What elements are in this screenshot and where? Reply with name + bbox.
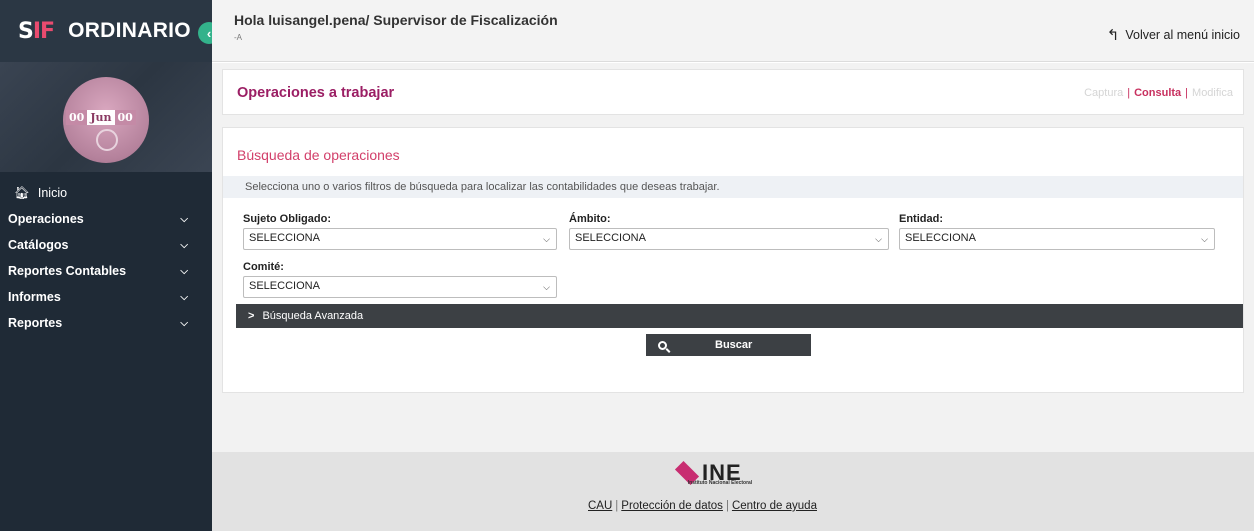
field-label: Sujeto Obligado: — [243, 213, 332, 225]
profile-banner: 00 Jun 00 — [0, 62, 212, 172]
chevron-down-icon: ⌵ — [180, 265, 188, 277]
reply-arrow-icon: ↰ — [1106, 27, 1120, 44]
sidebar-nav: 🏠︎ Inicio Operaciones ⌵ Catálogos ⌵ Repo… — [0, 180, 212, 336]
footer: INE Instituto Nacional Electoral CAU | Pro… — [212, 452, 1254, 531]
chevron-down-icon: ⌵ — [180, 213, 188, 225]
section-title: Búsqueda de operaciones — [237, 147, 400, 163]
home-icon: 🏠︎ — [14, 185, 30, 200]
sidebar-item-label: Informes — [8, 290, 61, 304]
chevron-down-icon: ⌵ — [180, 317, 188, 329]
page-title: Operaciones a trabajar — [237, 85, 395, 101]
brand-bar: SIF ORDINARIO ‹ — [0, 0, 220, 62]
sif-logo: SIF — [18, 18, 55, 44]
field-label: Comité: — [243, 261, 284, 273]
help-center-link[interactable]: Centro de ayuda — [732, 500, 817, 512]
date-badge: 00 Jun 00 — [66, 110, 136, 125]
sidebar-item-label: Operaciones — [8, 212, 84, 226]
comite-select[interactable]: SELECCIONA ⌵ — [243, 276, 557, 298]
field-label: Entidad: — [899, 213, 944, 225]
sujeto-obligado-select[interactable]: SELECCIONA ⌵ — [243, 228, 557, 250]
field-label: Ámbito: — [569, 213, 611, 225]
sidebar: SIF ORDINARIO ‹ 00 Jun 00 🏠︎ Inicio Operac… — [0, 0, 220, 531]
top-header: Hola luisangel.pena/ Supervisor de Fisca… — [212, 0, 1254, 62]
app-title: ORDINARIO — [68, 19, 191, 42]
entidad-select[interactable]: SELECCIONA ⌵ — [899, 228, 1215, 250]
sidebar-item-operaciones[interactable]: Operaciones ⌵ — [0, 206, 212, 232]
advanced-search-toggle[interactable]: > Búsqueda Avanzada — [236, 304, 1243, 328]
chevron-down-icon: ⌵ — [875, 234, 882, 244]
mode-captura[interactable]: Captura — [1084, 87, 1123, 99]
search-card: Búsqueda de operaciones Selecciona uno o… — [222, 127, 1244, 393]
avatar: 00 Jun 00 — [63, 77, 149, 163]
chevron-right-icon: > — [248, 310, 255, 322]
cau-link[interactable]: CAU — [588, 500, 612, 512]
footer-links: CAU | Protección de datos | Centro de ayuda — [588, 500, 817, 512]
ine-logo-subtitle: Instituto Nacional Electoral — [687, 480, 753, 486]
chevron-down-icon: ⌵ — [543, 282, 550, 292]
ambito-select[interactable]: SELECCIONA ⌵ — [569, 228, 889, 250]
sujeto-obligado-field: Sujeto Obligado: SELECCIONA ⌵ — [243, 213, 557, 250]
ambito-field: Ámbito: SELECCIONA ⌵ — [569, 213, 889, 250]
back-to-menu-label: Volver al menú inicio — [1125, 28, 1240, 42]
sidebar-item-reportes[interactable]: Reportes ⌵ — [0, 310, 212, 336]
comite-field: Comité: SELECCIONA ⌵ — [243, 261, 557, 298]
sidebar-item-reportes-contables[interactable]: Reportes Contables ⌵ — [0, 258, 212, 284]
chevron-down-icon: ⌵ — [180, 239, 188, 251]
search-hint: Selecciona uno o varios filtros de búsqu… — [223, 176, 1243, 198]
entidad-field: Entidad: SELECCIONA ⌵ — [899, 213, 1215, 250]
data-protection-link[interactable]: Protección de datos — [621, 500, 723, 512]
advanced-search-label: Búsqueda Avanzada — [262, 310, 364, 322]
mode-consulta[interactable]: Consulta — [1134, 87, 1181, 99]
coins-icon — [96, 129, 118, 151]
mode-switcher: Captura | Consulta | Modifica — [1084, 87, 1233, 99]
back-to-menu-link[interactable]: ↰ Volver al menú inicio — [1107, 26, 1240, 44]
chevron-down-icon: ⌵ — [1201, 234, 1208, 244]
greeting-text: Hola luisangel.pena/ Supervisor de Fisca… — [234, 12, 558, 28]
operations-card: Operaciones a trabajar Captura | Consulta |… — [222, 69, 1244, 115]
sidebar-item-label: Reportes — [8, 316, 63, 330]
search-icon — [658, 340, 667, 350]
sidebar-item-inicio[interactable]: 🏠︎ Inicio — [0, 180, 212, 206]
sidebar-item-label: Inicio — [37, 186, 68, 200]
mode-modifica[interactable]: Modifica — [1192, 87, 1233, 99]
sidebar-item-catalogos[interactable]: Catálogos ⌵ — [0, 232, 212, 258]
sidebar-item-informes[interactable]: Informes ⌵ — [0, 284, 212, 310]
chevron-down-icon: ⌵ — [543, 234, 550, 244]
chevron-down-icon: ⌵ — [180, 291, 188, 303]
search-button[interactable]: Buscar — [646, 334, 811, 356]
greeting-subtext: -A — [234, 33, 242, 42]
sidebar-item-label: Reportes Contables — [8, 264, 127, 278]
sidebar-item-label: Catálogos — [8, 238, 69, 252]
search-button-label: Buscar — [715, 339, 753, 351]
